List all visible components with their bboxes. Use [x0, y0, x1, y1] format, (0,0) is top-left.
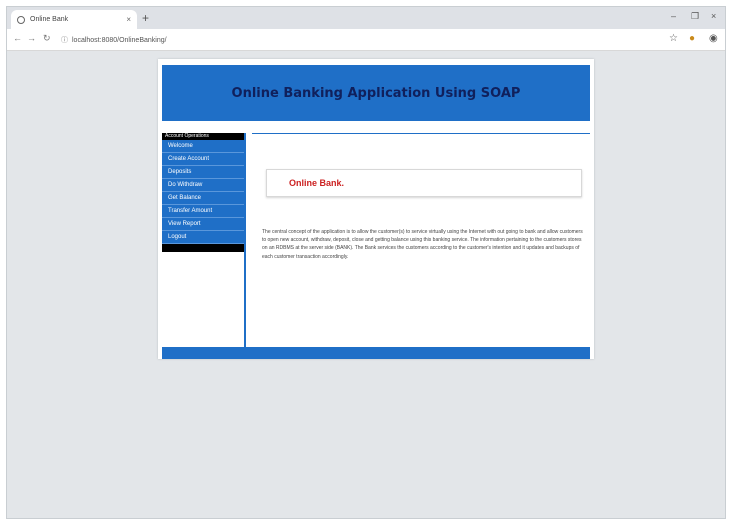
- page-title: Online Banking Application Using SOAP: [231, 85, 521, 101]
- page-viewport: Online Banking Application Using SOAP Ac…: [7, 51, 725, 518]
- sidebar-item-create-account[interactable]: Create Account: [162, 153, 244, 166]
- new-tab-icon[interactable]: +: [142, 11, 149, 25]
- profile-icon[interactable]: ◉: [709, 33, 718, 44]
- address-text: localhost:8080/OnlineBanking/: [72, 36, 167, 44]
- sidebar-item-welcome[interactable]: Welcome: [162, 140, 244, 153]
- app-container: Online Banking Application Using SOAP Ac…: [158, 59, 594, 359]
- info-icon: ⓘ: [61, 37, 68, 44]
- welcome-box: Online Bank.: [266, 169, 582, 197]
- sidebar-item-view-report[interactable]: View Report: [162, 218, 244, 231]
- minimize-icon[interactable]: –: [671, 11, 676, 21]
- browser-window: Online Bank × + – ❐ × ← → ↻ ⓘ localhost:…: [6, 6, 726, 519]
- globe-icon: [17, 15, 25, 24]
- reload-icon[interactable]: ↻: [43, 33, 51, 44]
- sidebar-item-deposits[interactable]: Deposits: [162, 166, 244, 179]
- sidebar-item-transfer-amount[interactable]: Transfer Amount: [162, 205, 244, 218]
- main-content: Online Bank. The central concept of the …: [252, 133, 590, 360]
- header-banner: Online Banking Application Using SOAP: [162, 65, 590, 121]
- sidebar: Account Operations Welcome Create Accoun…: [162, 133, 246, 359]
- sidebar-item-get-balance[interactable]: Get Balance: [162, 192, 244, 205]
- description-text: The central concept of the application i…: [262, 229, 583, 260]
- tab-bar: Online Bank × + – ❐ ×: [7, 7, 725, 29]
- sidebar-footer-bar: [162, 244, 244, 252]
- forward-icon[interactable]: →: [27, 33, 36, 43]
- maximize-icon[interactable]: ❐: [691, 11, 699, 22]
- tab-close-icon[interactable]: ×: [126, 15, 131, 24]
- address-bar[interactable]: ⓘ localhost:8080/OnlineBanking/: [61, 33, 661, 47]
- sidebar-item-withdraw[interactable]: Do Withdraw: [162, 179, 244, 192]
- window-close-icon[interactable]: ×: [711, 11, 716, 21]
- welcome-heading: Online Bank.: [289, 178, 345, 188]
- star-icon[interactable]: ☆: [669, 33, 678, 44]
- sidebar-heading: Account Operations: [162, 133, 244, 140]
- back-icon[interactable]: ←: [13, 33, 22, 43]
- tab-title: Online Bank: [30, 16, 69, 23]
- sidebar-item-logout[interactable]: Logout: [162, 231, 244, 244]
- sidebar-menu: Welcome Create Account Deposits Do Withd…: [162, 140, 244, 244]
- browser-tab[interactable]: Online Bank ×: [11, 10, 137, 29]
- extension-icon[interactable]: ●: [689, 33, 695, 44]
- browser-toolbar: ← → ↻ ⓘ localhost:8080/OnlineBanking/ ☆ …: [7, 29, 725, 51]
- footer-bar: [162, 347, 590, 359]
